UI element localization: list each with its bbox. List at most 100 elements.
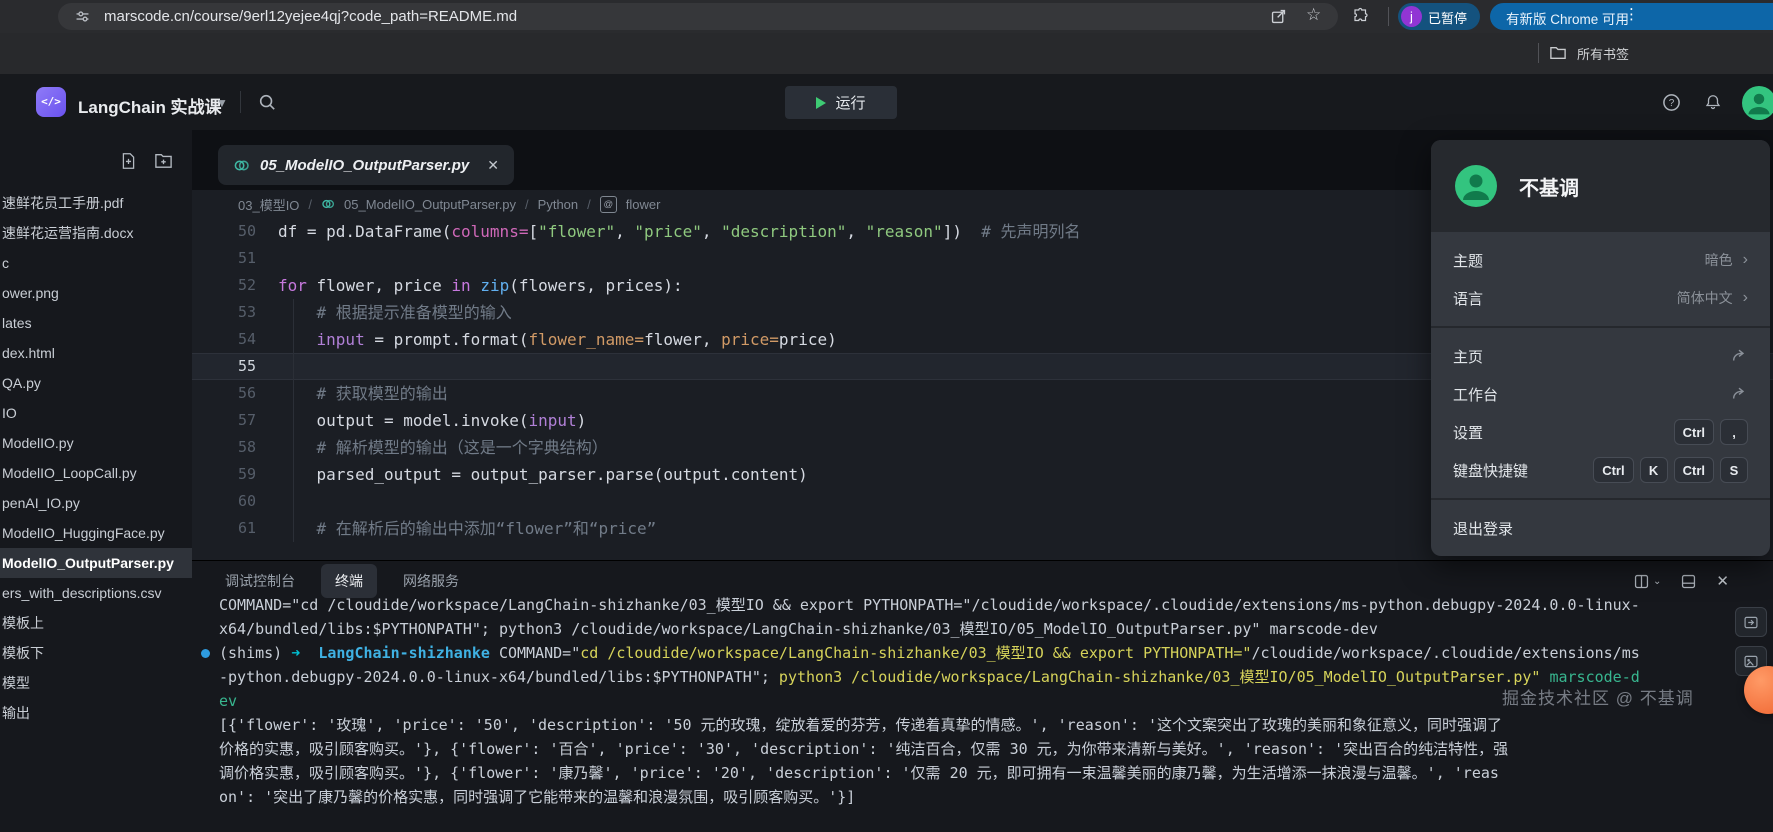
run-label: 运行	[835, 92, 865, 113]
bookmarks-divider	[1538, 43, 1539, 63]
folder-icon	[1549, 45, 1567, 61]
line-number: 54	[192, 326, 278, 353]
links-section: 主页工作台设置Ctrl,键盘快捷键CtrlKCtrlS	[1431, 326, 1770, 498]
file-item[interactable]: 速鲜花运营指南.docx	[0, 218, 192, 248]
breadcrumb-symbol[interactable]: flower	[626, 197, 661, 212]
avatar	[1455, 165, 1497, 207]
kbd-key: K	[1640, 457, 1668, 483]
line-number: 51	[192, 245, 278, 272]
menu-item-语言[interactable]: 语言简体中文›	[1431, 279, 1770, 317]
logout-button[interactable]: 退出登录	[1431, 509, 1770, 547]
extensions-icon[interactable]	[1352, 7, 1370, 25]
new-file-icon[interactable]	[120, 152, 137, 170]
split-terminal-icon[interactable]: ⌄	[1633, 573, 1661, 590]
breadcrumb-file[interactable]: 05_ModelIO_OutputParser.py	[344, 197, 516, 212]
file-item[interactable]: ower.png	[0, 278, 192, 308]
user-avatar[interactable]	[1742, 86, 1773, 120]
terminal-line: x64/bundled/libs:$PYTHONPATH"; python3 /…	[219, 617, 1773, 641]
line-number: 58	[192, 434, 278, 461]
terminal-line: (shims) ➜ LangChain-shizhanke COMMAND="c…	[219, 641, 1773, 665]
search-icon[interactable]	[258, 93, 276, 111]
chrome-update-button[interactable]: 有新版 Chrome 可用 ⋮	[1490, 3, 1773, 30]
file-item[interactable]: 输出	[0, 698, 192, 728]
editor-tab[interactable]: 05_ModelIO_OutputParser.py ✕	[218, 145, 514, 185]
help-icon[interactable]: ?	[1662, 93, 1681, 112]
all-bookmarks-button[interactable]: 所有书签	[1538, 43, 1629, 63]
menu-item-工作台[interactable]: 工作台	[1431, 375, 1770, 413]
file-item[interactable]: dex.html	[0, 338, 192, 368]
user-menu-header: 不基调	[1431, 140, 1770, 232]
workspace-title: LangChain 实战课	[78, 93, 222, 118]
kbd-key: ,	[1720, 419, 1748, 445]
line-number: 52	[192, 272, 278, 299]
notification-bell-icon[interactable]	[1704, 93, 1722, 112]
kbd-key: Ctrl	[1593, 457, 1633, 483]
address-bar-input[interactable]: marscode.cn/course/9erl12yejee4qj?code_p…	[58, 3, 1338, 30]
breadcrumb-folder[interactable]: 03_模型IO	[238, 195, 299, 214]
line-number: 55	[192, 353, 278, 380]
terminal-action-button-1[interactable]	[1735, 607, 1767, 637]
username: 不基调	[1519, 172, 1579, 201]
editor-tab-title: 05_ModelIO_OutputParser.py	[260, 157, 469, 174]
line-number: 61	[192, 515, 278, 542]
maximize-panel-icon[interactable]	[1680, 573, 1697, 590]
bookmarks-bar: 所有书签	[0, 33, 1773, 74]
file-item[interactable]: c	[0, 248, 192, 278]
file-item[interactable]: 速鲜花员工手册.pdf	[0, 188, 192, 218]
file-item[interactable]: ModelIO_LoopCall.py	[0, 458, 192, 488]
external-link-icon	[1730, 348, 1748, 364]
file-item[interactable]: ModelIO_OutputParser.py	[0, 548, 192, 578]
close-icon[interactable]: ✕	[487, 157, 499, 174]
file-item[interactable]: QA.py	[0, 368, 192, 398]
paused-label: 已暂停	[1428, 8, 1467, 27]
menu-item-主页[interactable]: 主页	[1431, 337, 1770, 375]
terminal-line: 调价格实惠，吸引顾客购买。'}, {'flower': '康乃馨', 'pric…	[219, 761, 1773, 785]
header-divider	[240, 91, 241, 113]
play-icon	[816, 97, 826, 109]
run-button[interactable]: 运行	[785, 86, 897, 119]
file-explorer: 速鲜花员工手册.pdf速鲜花运营指南.docxcower.pnglatesdex…	[0, 130, 193, 832]
url-text[interactable]: marscode.cn/course/9erl12yejee4qj?code_p…	[104, 8, 517, 25]
line-number: 53	[192, 299, 278, 326]
profile-paused-button[interactable]: j 已暂停	[1398, 3, 1480, 30]
chrome-update-label: 有新版 Chrome 可用	[1506, 8, 1629, 28]
file-item[interactable]: IO	[0, 398, 192, 428]
svg-text:?: ?	[1669, 98, 1675, 109]
file-item[interactable]: 模板上	[0, 608, 192, 638]
workspace-logo-icon[interactable]: </>	[36, 87, 66, 117]
external-link-icon	[1730, 386, 1748, 402]
profile-avatar: j	[1401, 6, 1422, 27]
bookmark-star-icon[interactable]: ☆	[1306, 5, 1321, 25]
file-item[interactable]: 模型	[0, 668, 192, 698]
chevron-down-icon[interactable]: ▼	[216, 96, 228, 110]
close-panel-icon[interactable]: ✕	[1716, 572, 1729, 590]
file-item[interactable]: ModelIO.py	[0, 428, 192, 458]
terminal-line: on': '突出了康乃馨的价格实惠，同时强调了它能带来的温馨和浪漫氛围，吸引顾客…	[219, 785, 1773, 809]
menu-value: 暗色	[1705, 250, 1733, 270]
terminal-output[interactable]: COMMAND="cd /cloudide/workspace/LangChai…	[219, 593, 1773, 832]
file-item[interactable]: ers_with_descriptions.csv	[0, 578, 192, 608]
new-folder-icon[interactable]	[154, 152, 173, 170]
share-icon[interactable]	[1270, 8, 1287, 25]
menu-value: 简体中文	[1677, 288, 1733, 308]
logout-section: 退出登录	[1431, 498, 1770, 556]
browser-menu-icon[interactable]: ⋮	[1624, 5, 1639, 23]
line-number: 59	[192, 461, 278, 488]
line-number: 60	[192, 488, 278, 515]
menu-item-键盘快捷键[interactable]: 键盘快捷键CtrlKCtrlS	[1431, 451, 1770, 489]
line-number: 50	[192, 218, 278, 245]
file-item[interactable]: penAI_IO.py	[0, 488, 192, 518]
site-settings-icon[interactable]	[74, 8, 91, 25]
file-item[interactable]: lates	[0, 308, 192, 338]
menu-item-主题[interactable]: 主题暗色›	[1431, 241, 1770, 279]
file-item[interactable]: 模板下	[0, 638, 192, 668]
terminal-tab[interactable]: 网络服务	[403, 571, 459, 591]
file-item[interactable]: ModelIO_HuggingFace.py	[0, 518, 192, 548]
ide-header: </> LangChain 实战课 ▼ 运行 ?	[0, 74, 1773, 130]
menu-item-设置[interactable]: 设置Ctrl,	[1431, 413, 1770, 451]
kbd-key: S	[1720, 457, 1748, 483]
terminal-tab[interactable]: 调试控制台	[225, 571, 295, 591]
symbol-icon: @	[600, 196, 617, 213]
breadcrumb-language[interactable]: Python	[538, 197, 578, 212]
line-number: 57	[192, 407, 278, 434]
